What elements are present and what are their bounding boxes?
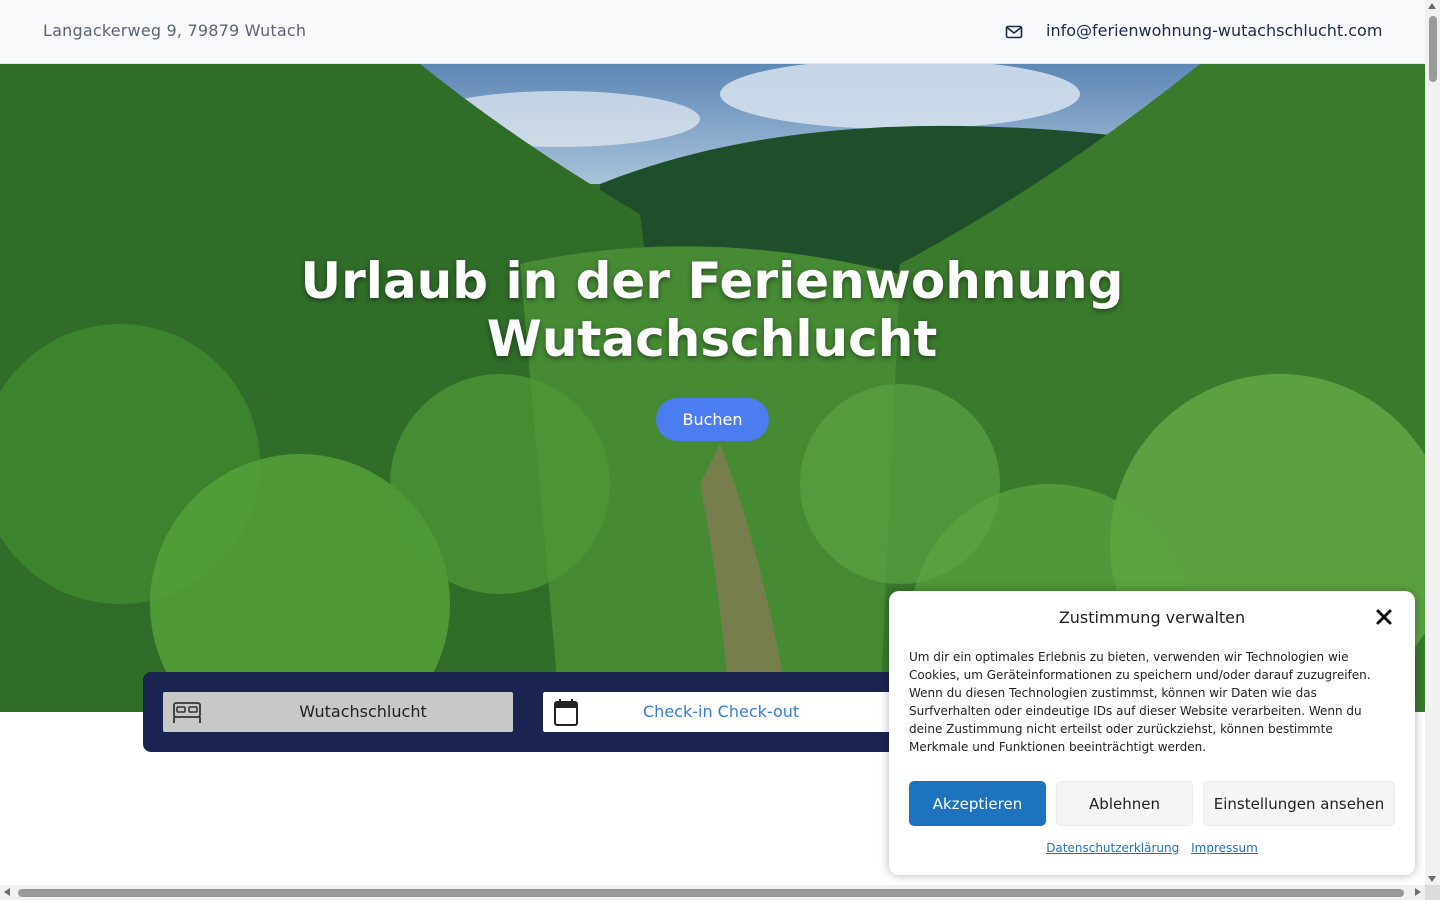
hero-title-line2: Wutachschlucht: [486, 310, 938, 368]
email-link[interactable]: info@ferienwohnung-wutachschlucht.com: [1046, 21, 1382, 40]
top-bar: Langackerweg 9, 79879 Wutach info@ferien…: [0, 0, 1425, 64]
imprint-link[interactable]: Impressum: [1191, 841, 1258, 855]
vertical-scroll-thumb[interactable]: [1429, 16, 1437, 82]
vertical-scrollbar[interactable]: [1425, 0, 1440, 885]
hero-title: Urlaub in der Ferienwohnung Wutachschluc…: [212, 252, 1212, 368]
consent-text: Um dir ein optimales Erlebnis zu bieten,…: [909, 650, 1371, 754]
scroll-left-arrow-icon[interactable]: [4, 888, 10, 896]
cookie-consent-dialog: Zustimmung verwalten Um dir ein optimale…: [889, 591, 1415, 875]
privacy-policy-link[interactable]: Datenschutzerklärung: [1046, 841, 1179, 855]
hero-title-line1: Urlaub in der Ferienwohnung: [300, 252, 1124, 310]
address-text: Langackerweg 9, 79879 Wutach: [43, 21, 307, 40]
horizontal-scroll-thumb[interactable]: [18, 889, 1404, 897]
accept-button[interactable]: Akzeptieren: [909, 781, 1046, 826]
scroll-up-arrow-icon[interactable]: [1428, 3, 1436, 9]
consent-title: Zustimmung verwalten: [1058, 608, 1246, 627]
horizontal-scrollbar[interactable]: [0, 885, 1425, 900]
scroll-down-arrow-icon[interactable]: [1428, 876, 1436, 882]
calendar-icon: [554, 699, 578, 726]
bed-icon: [173, 702, 201, 723]
close-icon[interactable]: [1375, 608, 1393, 626]
booking-search-bar: Wutachschlucht Check-in Check-out: [143, 672, 923, 752]
view-preferences-button[interactable]: Einstellungen ansehen: [1203, 781, 1395, 826]
consent-links: Datenschutzerklärung Impressum: [889, 841, 1415, 855]
date-range-placeholder: Check-in Check-out: [643, 702, 800, 721]
scroll-right-arrow-icon[interactable]: [1415, 888, 1421, 896]
deny-button[interactable]: Ablehnen: [1056, 781, 1193, 826]
scrollbar-corner: [1425, 885, 1440, 900]
envelope-icon: [1005, 25, 1023, 39]
property-value: Wutachschlucht: [299, 702, 427, 721]
property-select[interactable]: Wutachschlucht: [163, 692, 513, 732]
book-button[interactable]: Buchen: [656, 398, 769, 441]
date-range-input[interactable]: Check-in Check-out: [543, 692, 923, 732]
